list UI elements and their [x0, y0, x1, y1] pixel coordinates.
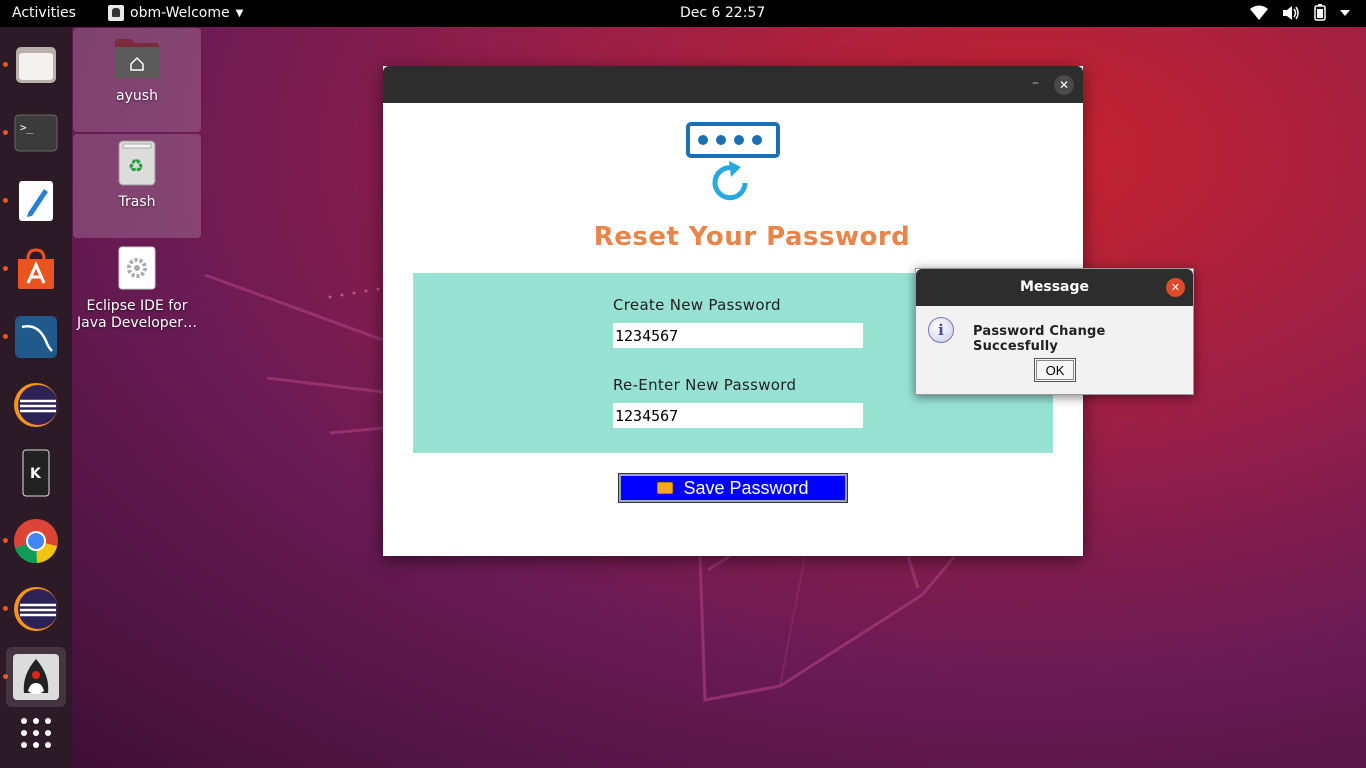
dialog-close-button[interactable]: ✕: [1166, 278, 1185, 297]
dock-item-kde-connect[interactable]: K: [6, 443, 66, 503]
dock-item-mysql-workbench[interactable]: [6, 307, 66, 367]
clock[interactable]: Dec 6 22:57: [680, 5, 765, 21]
save-password-button[interactable]: Save Password: [618, 473, 848, 503]
files-icon: [16, 47, 56, 83]
desktop-icon-home[interactable]: ayush: [73, 28, 201, 132]
reenter-password-input[interactable]: [613, 403, 863, 428]
dock: >_ K: [0, 27, 72, 768]
ok-button[interactable]: OK: [1034, 358, 1076, 382]
new-password-label: Create New Password: [613, 296, 781, 314]
desktop-icon-trash[interactable]: ♻ Trash: [73, 134, 201, 238]
system-tray[interactable]: [1250, 4, 1350, 21]
desktop-icon-label: ayush: [116, 88, 158, 104]
dock-item-eclipse[interactable]: [6, 375, 66, 435]
text-editor-icon: [19, 181, 53, 221]
dock-item-eclipse-2[interactable]: [6, 579, 66, 639]
app-menu[interactable]: obm-Welcome ▼: [108, 5, 243, 21]
new-password-input[interactable]: [613, 323, 863, 348]
app-menu-label: obm-Welcome: [130, 5, 230, 21]
chevron-down-icon: ▼: [235, 7, 244, 19]
terminal-icon: >_: [14, 114, 58, 152]
activities-button[interactable]: Activities: [12, 5, 76, 21]
info-icon: i: [928, 317, 954, 343]
save-password-label: Save Password: [683, 477, 809, 498]
battery-icon: [1314, 4, 1326, 21]
page-title: Reset Your Password: [593, 222, 911, 252]
dock-item-text-editor[interactable]: [6, 171, 66, 231]
chip-icon: [657, 482, 674, 494]
window-titlebar[interactable]: – ✕: [383, 66, 1083, 103]
desktop-icon-eclipse[interactable]: Eclipse IDE for Java Developer…: [73, 246, 201, 336]
reenter-password-label: Re-Enter New Password: [613, 376, 797, 394]
svg-text:>_: >_: [20, 121, 34, 134]
grid-icon: [21, 718, 51, 748]
home-folder-icon: [115, 39, 159, 78]
java-app-icon: [108, 5, 124, 21]
top-bar: Activities obm-Welcome ▼ Dec 6 22:57: [0, 0, 1366, 27]
dock-item-files[interactable]: [6, 35, 66, 95]
dialog-titlebar[interactable]: Message ✕: [916, 269, 1193, 306]
desktop-icon-label: Trash: [118, 194, 156, 210]
chrome-icon: [14, 519, 58, 563]
dialog-title: Message: [1019, 279, 1090, 295]
eclipse-icon: [14, 383, 58, 427]
dock-item-java-app[interactable]: [6, 647, 66, 707]
show-applications-button[interactable]: [6, 703, 66, 763]
dock-item-chrome[interactable]: [6, 511, 66, 571]
gear-icon: [118, 246, 156, 290]
message-dialog: Message ✕ i Password Change Succesfully …: [915, 268, 1194, 395]
java-duke-icon: [13, 654, 59, 700]
wifi-icon: [1250, 5, 1268, 20]
software-center-icon: [18, 248, 54, 289]
chevron-down-icon: [1340, 9, 1350, 16]
dialog-message: Password Change Succesfully: [973, 324, 1106, 354]
dock-item-terminal[interactable]: >_: [6, 103, 66, 163]
kde-connect-icon: K: [22, 449, 50, 497]
eclipse-icon: [14, 587, 58, 631]
close-button[interactable]: ✕: [1054, 75, 1074, 95]
dock-item-software[interactable]: [6, 239, 66, 299]
svg-text:♻: ♻: [128, 156, 144, 177]
password-reset-icon: [686, 122, 780, 201]
desktop-icon-label: Eclipse IDE for Java Developer…: [76, 298, 198, 331]
trash-icon: ♻: [118, 140, 156, 186]
volume-icon: [1283, 5, 1299, 20]
minimize-button[interactable]: –: [1032, 75, 1039, 91]
mysql-workbench-icon: [15, 316, 57, 358]
svg-text:K: K: [30, 466, 42, 482]
